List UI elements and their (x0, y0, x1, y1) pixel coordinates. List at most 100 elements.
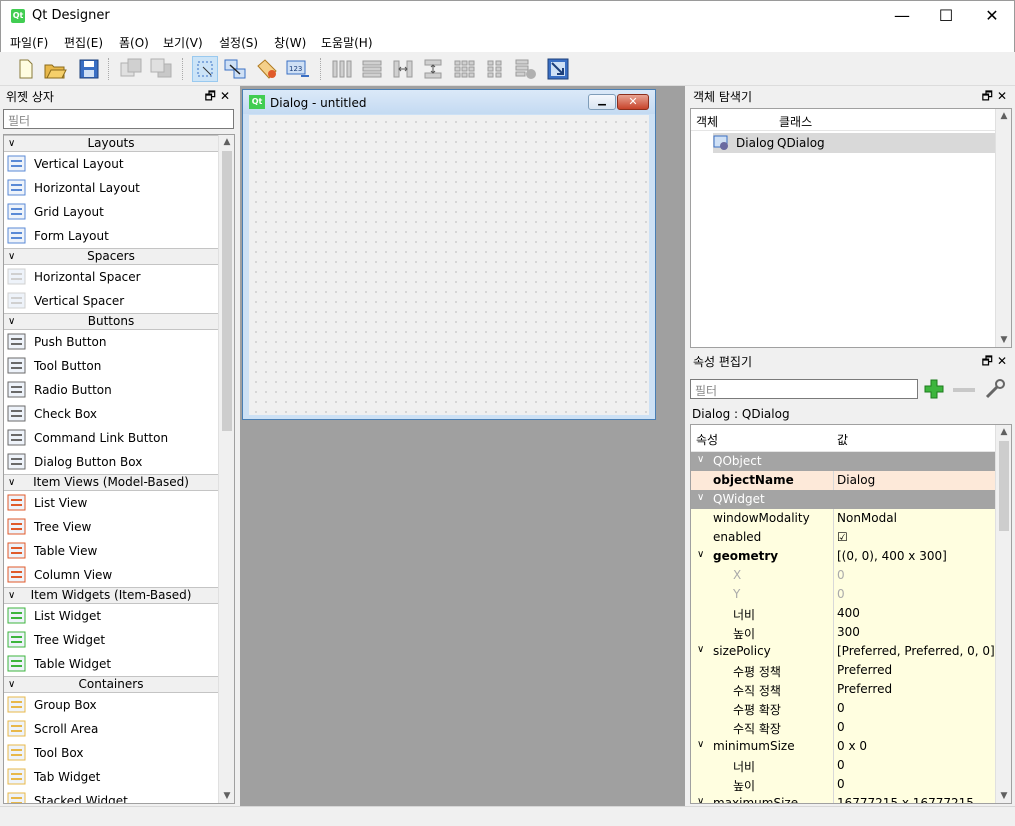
category-header[interactable]: ∨ Item Widgets (Item-Based) (4, 587, 218, 604)
property-row[interactable]: enabled ☑ (691, 528, 996, 547)
close-dock-icon[interactable]: ✕ (997, 89, 1011, 103)
widget-item[interactable]: Vertical Spacer (4, 289, 218, 313)
menu-help[interactable]: 도움말(H) (321, 34, 373, 51)
property-value[interactable]: 16777215 x 16777215 (837, 796, 974, 803)
property-row[interactable]: 너비 400 (691, 604, 996, 623)
form-title-bar[interactable]: Qt Dialog - untitled ▁ ✕ (243, 90, 655, 114)
widget-item[interactable]: Dialog Button Box (4, 450, 218, 474)
widget-item[interactable]: Grid Layout (4, 200, 218, 224)
chevron-down-icon[interactable]: ∨ (697, 549, 704, 560)
col-value-header[interactable]: 값 (837, 431, 848, 448)
menu-window[interactable]: 창(W) (274, 34, 306, 51)
widget-filter-input[interactable]: 필터 (3, 109, 234, 129)
widget-item[interactable]: Tree View (4, 515, 218, 539)
widget-item[interactable]: Radio Button (4, 378, 218, 402)
property-value[interactable]: 0 x 0 (837, 739, 867, 753)
widget-item[interactable]: Column View (4, 563, 218, 587)
widget-item[interactable]: Group Box (4, 693, 218, 717)
property-table-scrollbar[interactable]: ▲ ▼ (995, 425, 1011, 803)
category-header[interactable]: ∨ Buttons (4, 313, 218, 330)
menu-file[interactable]: 파일(F) (10, 34, 48, 51)
property-row[interactable]: 수직 정책 Preferred (691, 680, 996, 699)
category-header[interactable]: ∨ Item Views (Model-Based) (4, 474, 218, 491)
add-dynamic-property-button[interactable] (922, 377, 946, 404)
new-form-icon[interactable] (12, 56, 38, 82)
widget-item[interactable]: List View (4, 491, 218, 515)
form-canvas[interactable] (249, 115, 649, 415)
object-tree-row[interactable]: Dialog QDialog (713, 133, 997, 153)
chevron-down-icon[interactable]: ∨ (697, 492, 704, 503)
chevron-down-icon[interactable]: ∨ (697, 739, 704, 750)
widget-item[interactable]: Push Button (4, 330, 218, 354)
property-row[interactable]: ∨ sizePolicy [Preferred, Preferred, 0, 0] (691, 642, 996, 661)
edit-tab-order-icon[interactable]: 123 (285, 56, 311, 82)
minimize-button[interactable]: — (879, 1, 925, 31)
close-dock-icon[interactable]: ✕ (997, 354, 1011, 368)
widget-item[interactable]: Check Box (4, 402, 218, 426)
property-value[interactable]: 0 (837, 777, 845, 791)
widget-item[interactable]: List Widget (4, 604, 218, 628)
chevron-down-icon[interactable]: ∨ (697, 454, 704, 465)
widget-item[interactable]: Form Layout (4, 224, 218, 248)
splitter-vertical-icon[interactable] (420, 56, 446, 82)
lay-out-horizontally-icon[interactable] (329, 56, 355, 82)
widget-item[interactable]: Scroll Area (4, 717, 218, 741)
property-value[interactable]: Dialog (837, 473, 875, 487)
form-minimize-button[interactable]: ▁ (588, 94, 616, 110)
property-value[interactable]: 0 (837, 701, 845, 715)
form-close-button[interactable]: ✕ (617, 94, 649, 110)
property-row[interactable]: 높이 300 (691, 623, 996, 642)
property-value[interactable]: 0 (837, 720, 845, 734)
widget-list-scrollbar[interactable]: ▲ ▼ (218, 135, 234, 803)
widget-item[interactable]: Vertical Layout (4, 152, 218, 176)
form-layout-icon[interactable] (482, 56, 508, 82)
float-dock-icon[interactable]: 🗗 (982, 89, 997, 103)
chevron-down-icon[interactable]: ∨ (697, 796, 704, 803)
property-row[interactable]: windowModality NonModal (691, 509, 996, 528)
property-row[interactable]: X0 (691, 566, 996, 585)
widget-item[interactable]: Stacked Widget (4, 789, 218, 803)
save-form-icon[interactable] (76, 56, 102, 82)
property-filter-input[interactable]: 필터 (690, 379, 918, 399)
col-class-header[interactable]: 클래스 (779, 113, 812, 130)
widget-item[interactable]: Horizontal Spacer (4, 265, 218, 289)
property-row[interactable]: Y0 (691, 585, 996, 604)
close-button[interactable]: ✕ (969, 1, 1015, 31)
category-header[interactable]: ∨ Layouts (4, 135, 218, 152)
property-group-row[interactable]: ∨ QObject (691, 452, 996, 471)
splitter-horizontal-icon[interactable] (390, 56, 416, 82)
chevron-down-icon[interactable]: ∨ (697, 644, 704, 655)
property-row[interactable]: 수평 정책 Preferred (691, 661, 996, 680)
property-group-row[interactable]: ∨ QWidget (691, 490, 996, 509)
property-row[interactable]: 수평 확장 0 (691, 699, 996, 718)
property-value[interactable]: ☑ (837, 530, 848, 544)
edit-buddies-icon[interactable] (254, 56, 280, 82)
property-row[interactable]: 높이 0 (691, 775, 996, 794)
widget-item[interactable]: Horizontal Layout (4, 176, 218, 200)
adjust-size-icon[interactable] (545, 56, 571, 82)
form-window[interactable]: Qt Dialog - untitled ▁ ✕ (242, 89, 656, 420)
property-value[interactable]: Preferred (837, 682, 892, 696)
category-header[interactable]: ∨ Containers (4, 676, 218, 693)
property-row[interactable]: 수직 확장 0 (691, 718, 996, 737)
property-row[interactable]: 너비 0 (691, 756, 996, 775)
float-dock-icon[interactable]: 🗗 (205, 89, 220, 103)
menu-settings[interactable]: 설정(S) (219, 34, 258, 51)
widget-item[interactable]: Table Widget (4, 652, 218, 676)
widget-item[interactable]: Command Link Button (4, 426, 218, 450)
send-to-back-icon[interactable] (148, 56, 174, 82)
maximize-button[interactable]: ☐ (923, 1, 969, 31)
menu-edit[interactable]: 편집(E) (64, 34, 103, 51)
property-row[interactable]: ∨ minimumSize 0 x 0 (691, 737, 996, 756)
lay-out-vertically-icon[interactable] (359, 56, 385, 82)
object-tree-scrollbar[interactable]: ▲ ▼ (995, 109, 1011, 347)
remove-dynamic-property-button[interactable] (953, 388, 975, 392)
break-layout-icon[interactable] (513, 56, 539, 82)
category-header[interactable]: ∨ Spacers (4, 248, 218, 265)
open-form-icon[interactable] (42, 56, 68, 82)
bring-to-front-icon[interactable] (118, 56, 144, 82)
widget-item[interactable]: Tab Widget (4, 765, 218, 789)
property-value[interactable]: 0 (837, 758, 845, 772)
property-value[interactable]: [(0, 0), 400 x 300] (837, 549, 947, 563)
widget-item[interactable]: Table View (4, 539, 218, 563)
